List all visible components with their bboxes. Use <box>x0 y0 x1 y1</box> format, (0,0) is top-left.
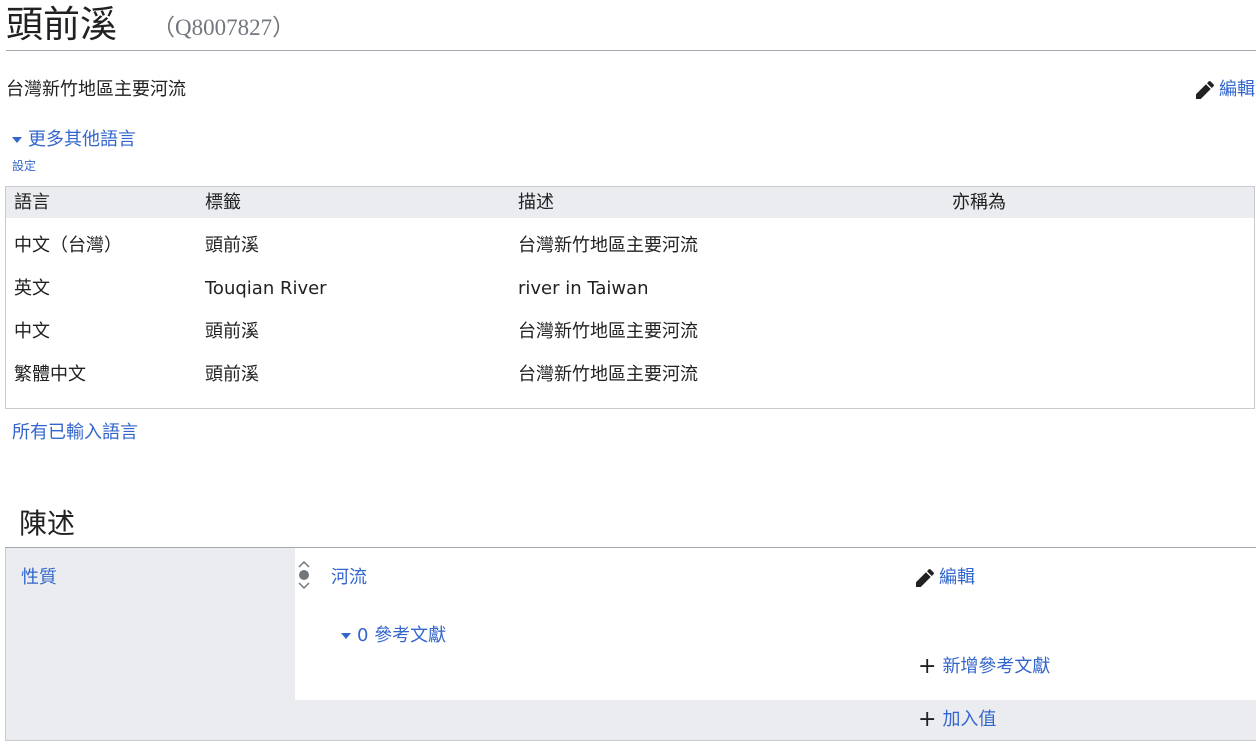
triangle-down-icon <box>341 633 351 639</box>
pencil-icon <box>916 568 935 587</box>
row-description: river in Taiwan <box>518 278 649 299</box>
row-label: 頭前溪 <box>205 235 259 256</box>
plus-icon: + <box>918 707 937 732</box>
statement-values: 河流 編輯 0 參考文獻 + 新增參考文獻 <box>295 548 1256 700</box>
column-header-label: 標籤 <box>205 192 241 213</box>
value-link[interactable]: 河流 <box>331 565 367 591</box>
item-id: （Q8007827） <box>152 15 296 40</box>
column-header-description: 描述 <box>518 192 554 213</box>
edit-header-button[interactable]: 編輯 <box>1195 77 1255 103</box>
references-toggle[interactable]: 0 參考文獻 <box>341 623 446 649</box>
row-label: 頭前溪 <box>205 321 259 342</box>
property-link[interactable]: 性質 <box>21 565 57 591</box>
edit-label: 編輯 <box>1219 79 1255 100</box>
plus-icon: + <box>918 654 937 679</box>
add-value-label: 加入值 <box>942 709 997 730</box>
page-title: 頭前溪 <box>6 3 117 46</box>
more-languages-label: 更多其他語言 <box>28 129 136 150</box>
pencil-icon <box>1196 80 1215 99</box>
add-reference-label: 新增參考文獻 <box>942 656 1051 677</box>
language-table: 語言 標籤 描述 亦稱為 中文（台灣） 頭前溪 台灣新竹地區主要河流 英文 To… <box>5 186 1255 409</box>
add-reference-button[interactable]: + 新增參考文獻 <box>918 654 1050 680</box>
rank-normal-icon[interactable] <box>297 560 311 590</box>
row-description: 台灣新竹地區主要河流 <box>518 235 698 256</box>
row-language: 英文 <box>14 278 50 299</box>
row-description: 台灣新竹地區主要河流 <box>518 321 698 342</box>
add-value-button[interactable]: + 加入值 <box>918 707 996 733</box>
page-header: 頭前溪 （Q8007827） <box>6 2 1256 51</box>
row-label: Touqian River <box>205 278 327 299</box>
statement-group: 性質 河流 編輯 0 參考文獻 + 新增參考文獻 + 加入值 <box>5 548 1256 741</box>
row-label: 頭前溪 <box>205 364 259 385</box>
references-label: 0 參考文獻 <box>357 625 447 646</box>
all-languages-link[interactable]: 所有已輸入語言 <box>12 420 138 446</box>
edit-statement-button[interactable]: 編輯 <box>915 565 975 591</box>
triangle-down-icon <box>12 137 22 143</box>
language-settings-link[interactable]: 設定 <box>12 158 36 174</box>
language-table-header: 語言 標籤 描述 亦稱為 <box>6 187 1254 218</box>
row-description: 台灣新竹地區主要河流 <box>518 364 698 385</box>
item-description: 台灣新竹地區主要河流 <box>6 79 186 100</box>
column-header-language: 語言 <box>14 192 50 213</box>
row-language: 繁體中文 <box>14 364 86 385</box>
row-language: 中文（台灣） <box>14 235 122 256</box>
more-languages-toggle[interactable]: 更多其他語言 <box>12 127 136 153</box>
column-header-aliases: 亦稱為 <box>952 192 1006 213</box>
row-language: 中文 <box>14 321 50 342</box>
edit-label: 編輯 <box>939 567 975 588</box>
statements-heading: 陳述 <box>19 507 76 540</box>
